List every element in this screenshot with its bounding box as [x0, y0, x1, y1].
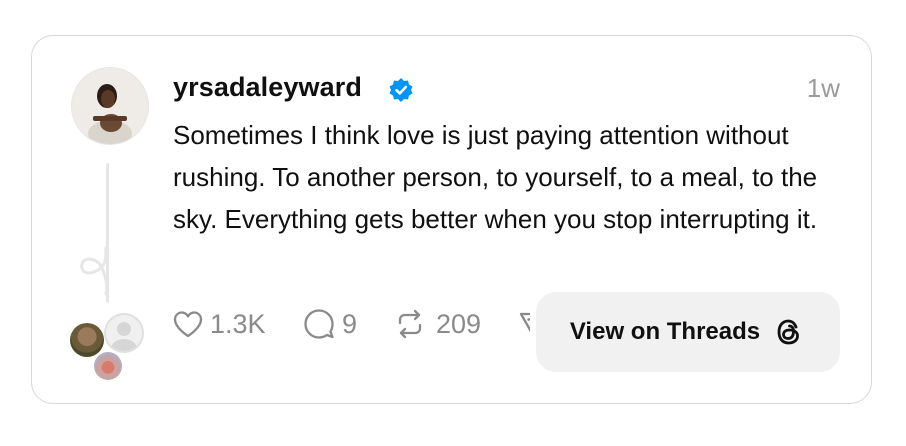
view-on-threads-button[interactable]: View on Threads [536, 292, 840, 372]
repost-icon [398, 309, 422, 339]
thread-loop-icon [80, 246, 109, 296]
replier-avatar[interactable] [70, 323, 104, 357]
threads-logo-icon [777, 319, 800, 345]
heart-icon [173, 311, 203, 338]
like-button[interactable]: 1.3K [172, 304, 266, 344]
author-username[interactable]: yrsadaleyward [173, 72, 362, 103]
user-placeholder-icon [111, 322, 137, 351]
post-text: Sometimes I think love is just paying at… [173, 120, 818, 234]
post-timestamp: 1w [806, 73, 840, 103]
repost-count: 209 [436, 308, 482, 339]
reply-count: 9 [342, 308, 358, 339]
author-avatar[interactable] [72, 68, 148, 144]
avatar-image [72, 68, 148, 144]
comment-icon [304, 309, 334, 339]
replier-avatar-placeholder[interactable] [104, 313, 144, 353]
like-count: 1.3K [210, 308, 266, 339]
replier-avatar[interactable] [94, 352, 122, 380]
view-on-threads-label: View on Threads [569, 318, 761, 345]
repost-button[interactable]: 209 [394, 304, 481, 344]
verified-badge-icon [389, 78, 413, 102]
reply-button[interactable]: 9 [303, 304, 357, 344]
